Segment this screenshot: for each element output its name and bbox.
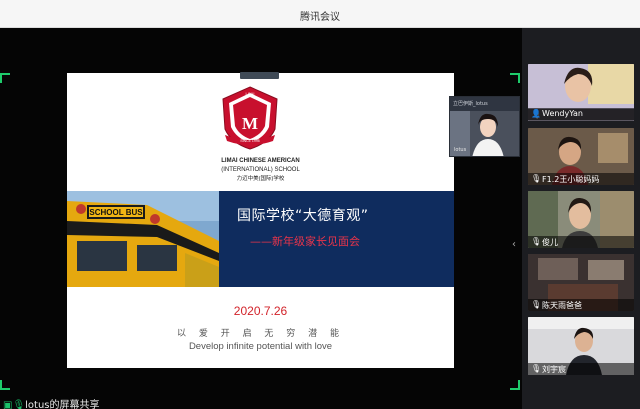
share-frame-corner [0, 73, 10, 83]
motto-en: Develop infinite potential with love [188, 341, 333, 352]
presenter-header: 立巴伊斯_lotus [450, 97, 519, 111]
mic-icon: 🎙 [531, 364, 542, 373]
motto-cn: 以 爱 开 启 无 穷 潜 能 [176, 329, 345, 339]
school-name-en-1: LIMAI CHINESE AMERICAN [221, 158, 300, 164]
school-name-cn: 力迈中美(国际)学校 [236, 176, 285, 182]
school-logo: LCAI M SINCE 1995 [222, 86, 278, 150]
participant-panel: 🎙 👤WendyYan 🎙F1.2王小聪妈妈 🎙俊儿 [522, 28, 640, 409]
participant-tile[interactable]: 👤 WendyYan [528, 106, 634, 122]
mic-icon: 🎙 [531, 300, 542, 309]
collapse-panel-arrow-icon[interactable]: ‹ [512, 239, 516, 250]
school-name-en-2: (INTERNATIONAL) SCHOOL [221, 167, 300, 173]
participant-tile[interactable]: 🎙 F1.2王小聪妈妈 [528, 128, 634, 185]
mic-icon: 👤 [531, 109, 541, 118]
svg-text:M: M [242, 114, 258, 133]
svg-text:SINCE 1995: SINCE 1995 [240, 139, 260, 143]
slide-title: 国际学校“大德育观” [237, 208, 369, 224]
presentation-slide: LCAI M SINCE 1995 LIMAI CHINESE AMERICAN… [67, 73, 454, 368]
mic-icon: 🎙 [531, 174, 542, 183]
screen-share-status: ▣🎙lotus的屏幕共享 [3, 396, 100, 409]
screen-share-text: lotus的屏幕共享 [25, 400, 100, 409]
participant-label: 👤 WendyYan [528, 108, 634, 120]
participant-tile[interactable]: 🎙 陈天雨爸爸 [528, 254, 634, 311]
mic-icon: 🎙 [12, 400, 26, 409]
school-bus-photo: SCHOOL BUS [67, 191, 219, 287]
share-frame-corner [510, 380, 520, 390]
slide-toolbar-tab[interactable] [240, 72, 279, 79]
mic-icon: 🎙 [531, 237, 542, 246]
slide-subtitle: ——新年级家长见面会 [250, 235, 360, 248]
window-title: 腾讯会议 [300, 12, 340, 23]
meeting-window: 腾讯会议 ‹ LCAI M SINCE 1995 LIMAI CHINESE A… [0, 0, 640, 409]
participant-label: 🎙 F1.2王小聪妈妈 [528, 173, 634, 185]
participant-tile[interactable]: 🎙 俊儿 [528, 191, 634, 248]
participant-label: 🎙 陈天雨爸爸 [528, 299, 634, 311]
share-frame-corner [0, 380, 10, 390]
participant-label: 🎙 俊儿 [528, 236, 634, 248]
slide-date: 2020.7.26 [233, 304, 288, 318]
participant-label: 🎙 刘宇宸 [528, 363, 634, 375]
presenter-name: 立巴伊斯_lotus [453, 101, 488, 107]
share-frame-corner [510, 73, 520, 83]
svg-text:LCAI: LCAI [246, 91, 255, 96]
title-bar: 腾讯会议 [0, 0, 640, 28]
participant-tile[interactable]: 🎙 刘宇宸 [528, 317, 634, 375]
presenter-video[interactable]: 立巴伊斯_lotus lotus [449, 96, 520, 157]
svg-text:SCHOOL BUS: SCHOOL BUS [89, 208, 143, 217]
presenter-mic-label: lotus [454, 147, 467, 153]
